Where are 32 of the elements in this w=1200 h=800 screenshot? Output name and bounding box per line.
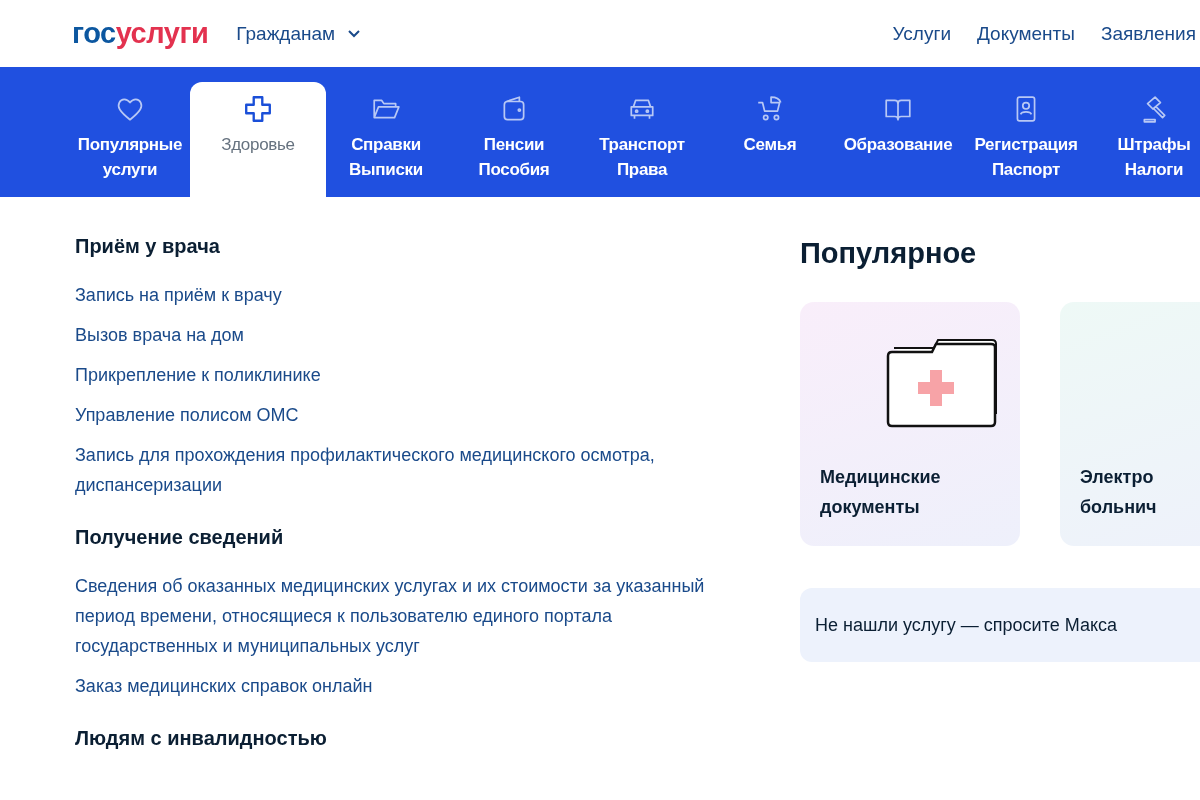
service-link[interactable]: Сведения об оказанных медицинских услугах и их стоимости за указанный период времени, относящиеся к пользователю единого портала государственных и муниципальных услуг (75, 571, 715, 661)
service-card[interactable]: Электро больнич (1060, 302, 1200, 546)
service-link[interactable]: Вызов врача на дом (75, 320, 244, 350)
section-heading: Приём у врача (75, 235, 220, 258)
card-title: Медицинские документы (820, 466, 942, 519)
service-link[interactable]: Заказ медицинских справок онлайн (75, 671, 373, 701)
category-tab[interactable]: Штрафы Налоги (1090, 82, 1200, 197)
service-card[interactable]: Медицинские документы (800, 302, 1020, 546)
category-tab[interactable]: Здоровье (190, 82, 326, 197)
ask-assistant-banner[interactable]: Не нашли услугу — спросите Макса (800, 588, 1200, 662)
ask-text: Не нашли услугу — спросите Макса (815, 614, 1117, 636)
site-logo[interactable]: госуслуги (72, 17, 209, 50)
service-link[interactable]: Управление полисом ОМС (75, 400, 299, 430)
popular-heading: Популярное (800, 237, 978, 270)
card-title: Электро больнич (1080, 466, 1158, 519)
section-heading: Людям с инвалидностью (75, 727, 327, 750)
nav-link[interactable]: Документы (977, 22, 1075, 45)
category-tab[interactable]: Регистрация Паспорт (962, 82, 1090, 197)
category-tab[interactable]: Пенсии Пособия (450, 82, 578, 197)
nav-link[interactable]: Заявления (1100, 22, 1196, 45)
nav-link[interactable]: Услуги (892, 22, 951, 45)
cross-icon (243, 94, 273, 124)
section-heading: Получение сведений (75, 526, 284, 549)
service-link[interactable]: Прикрепление к поликлинике (75, 360, 321, 390)
category-tab[interactable]: Семья (706, 82, 834, 197)
service-link[interactable]: Запись на приём к врачу (75, 280, 282, 310)
service-link[interactable]: Запись для прохождения профилактического медицинского осмотра, диспансеризации (75, 440, 715, 500)
medical-folder-icon (886, 338, 1000, 428)
category-tab[interactable]: Образование (834, 82, 962, 197)
chevron-down-icon (347, 28, 362, 39)
category-tab[interactable]: Транспорт Права (578, 82, 706, 197)
audience-dropdown[interactable]: Гражданам (236, 22, 362, 45)
